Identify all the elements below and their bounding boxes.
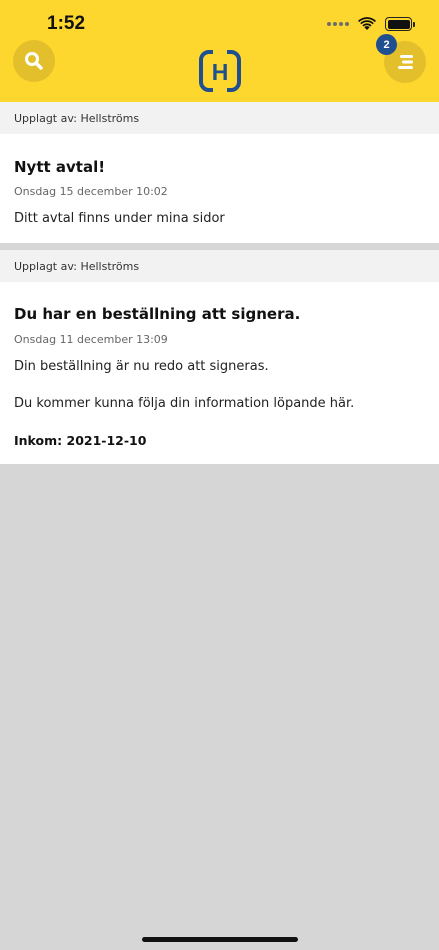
battery-icon [385, 17, 415, 31]
logo-letter: H [212, 59, 229, 85]
message-card[interactable]: Du har en beställning att signera. Onsda… [0, 282, 439, 464]
message-body: Du kommer kunna följa din information lö… [14, 396, 355, 411]
cellular-signal-icon [327, 22, 349, 26]
message-posted-by: Upplagt av: Hellströms [0, 250, 439, 282]
status-icons [327, 15, 415, 33]
hellstroms-logo: H [199, 50, 241, 92]
home-indicator[interactable] [142, 937, 298, 942]
message-title: Du har en beställning att signera. [14, 305, 301, 323]
menu-icon [398, 55, 413, 69]
wifi-icon [358, 17, 376, 30]
message-card[interactable]: Nytt avtal! Onsdag 15 december 10:02 Dit… [0, 134, 439, 243]
status-time: 1:52 [47, 13, 86, 34]
app-header: 1:52 H 2 [0, 0, 439, 102]
search-button[interactable] [13, 40, 55, 82]
message-date: Onsdag 11 december 13:09 [14, 333, 168, 346]
message-received-date: Inkom: 2021-12-10 [14, 433, 147, 448]
message-body: Ditt avtal finns under mina sidor [14, 211, 225, 226]
message-title: Nytt avtal! [14, 158, 106, 176]
message-date: Onsdag 15 december 10:02 [14, 185, 168, 198]
message-posted-by: Upplagt av: Hellströms [0, 102, 439, 134]
message-body: Din beställning är nu redo att signeras. [14, 359, 269, 374]
notification-badge: 2 [376, 34, 397, 55]
search-icon [25, 52, 43, 70]
